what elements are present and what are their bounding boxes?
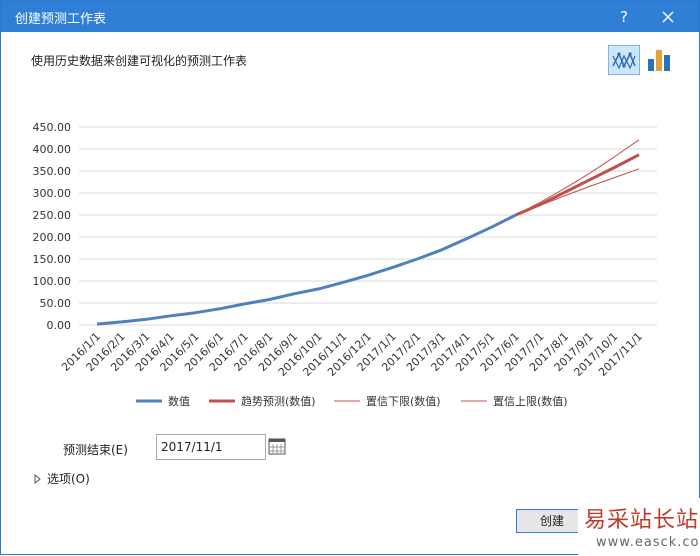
watermark-text: 易采站长站: [584, 508, 700, 533]
trend-forecast-line: [515, 153, 640, 217]
dialog-title: 创建预测工作表: [15, 12, 107, 27]
line-chart-view-button[interactable]: [608, 45, 640, 75]
expand-arrow-icon: [34, 473, 41, 485]
upper-confidence-line: [515, 139, 640, 216]
y-tick-label: 400.00: [33, 143, 72, 156]
forecast-chart: 0.00 50.00 100.00 150.00 200.00 250.00 300.00 3…: [31, 111, 671, 421]
y-tick-label: 450.00: [33, 121, 72, 134]
y-tick-label: 200.00: [33, 231, 72, 244]
legend-label: 趋势预测(数值): [241, 395, 316, 408]
column-chart-icon: [648, 50, 670, 71]
calendar-button[interactable]: [267, 435, 287, 459]
dialog-subtitle: 使用历史数据来创建可视化的预测工作表: [31, 54, 248, 68]
close-icon: [662, 11, 674, 23]
line-chart-icon: [612, 52, 636, 70]
y-tick-label: 50.00: [40, 297, 72, 310]
legend-label: 置信下限(数值): [366, 395, 441, 408]
y-tick-label: 150.00: [33, 253, 72, 266]
forecast-dialog: 创建预测工作表 ? 使用历史数据来创建可视化的预测工作表 0.00 50.00 10…: [0, 0, 700, 556]
y-tick-label: 0.00: [47, 319, 72, 332]
forecast-end-input[interactable]: [156, 434, 266, 460]
close-button[interactable]: [653, 5, 683, 29]
column-chart-view-button[interactable]: [645, 45, 673, 75]
y-tick-label: 350.00: [33, 165, 72, 178]
forecast-end-label: 预测结束(E): [63, 443, 128, 457]
options-label: 选项(O): [47, 472, 90, 486]
watermark-url: www.easck.com: [596, 535, 700, 550]
watermark: 易采站长站 www.easck.com: [578, 498, 700, 556]
y-tick-label: 300.00: [33, 187, 72, 200]
title-bar: 创建预测工作表 ?: [1, 1, 699, 32]
y-tick-label: 100.00: [33, 275, 72, 288]
options-expander[interactable]: 选项(O): [33, 470, 90, 487]
value-series-line: [96, 213, 517, 326]
calendar-icon: [268, 438, 286, 455]
legend-label: 数值: [168, 395, 190, 408]
help-button[interactable]: ?: [609, 5, 639, 29]
legend-label: 置信上限(数值): [493, 395, 568, 408]
forecast-chart-svg: 0.00 50.00 100.00 150.00 200.00 250.00 300.00 3…: [33, 121, 657, 408]
y-tick-label: 250.00: [33, 209, 72, 222]
